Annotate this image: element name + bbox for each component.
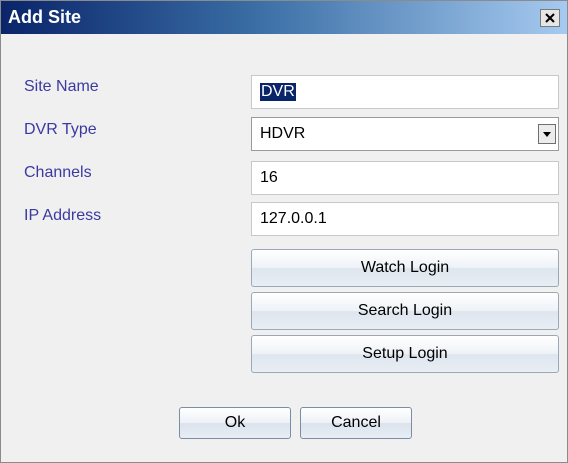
dvr-type-dropdown-button[interactable] xyxy=(538,124,556,144)
dvr-type-value: HDVR xyxy=(260,125,306,142)
setup-login-button[interactable]: Setup Login xyxy=(251,335,559,373)
site-name-input[interactable]: DVR xyxy=(251,75,559,109)
ip-address-label: IP Address xyxy=(24,207,102,224)
site-name-label: Site Name xyxy=(24,78,99,95)
channels-label: Channels xyxy=(24,164,92,181)
channels-value: 16 xyxy=(260,169,278,186)
search-login-button[interactable]: Search Login xyxy=(251,292,559,330)
setup-login-label: Setup Login xyxy=(362,345,448,362)
close-icon xyxy=(545,13,555,23)
search-login-label: Search Login xyxy=(357,302,453,319)
ip-address-value: 127.0.0.1 xyxy=(260,210,327,227)
close-button[interactable] xyxy=(540,9,560,27)
ok-button[interactable]: Ok xyxy=(179,407,291,439)
watch-login-label: Watch Login xyxy=(360,259,450,276)
ok-label: Ok xyxy=(224,414,246,431)
watch-login-button[interactable]: Watch Login xyxy=(251,249,559,287)
dvr-type-label: DVR Type xyxy=(24,121,97,138)
ip-address-input[interactable]: 127.0.0.1 xyxy=(251,202,559,236)
window-title: Add Site xyxy=(8,7,82,27)
cancel-button[interactable]: Cancel xyxy=(300,407,412,439)
channels-input[interactable]: 16 xyxy=(251,161,559,195)
add-site-dialog: Add Site Site Name DVR DVR Type HDVR Cha… xyxy=(0,0,568,463)
chevron-down-icon xyxy=(543,131,551,137)
site-name-value: DVR xyxy=(260,83,296,101)
title-bar: Add Site xyxy=(1,1,567,34)
cancel-label: Cancel xyxy=(331,414,381,431)
dvr-type-select[interactable]: HDVR xyxy=(251,117,559,151)
